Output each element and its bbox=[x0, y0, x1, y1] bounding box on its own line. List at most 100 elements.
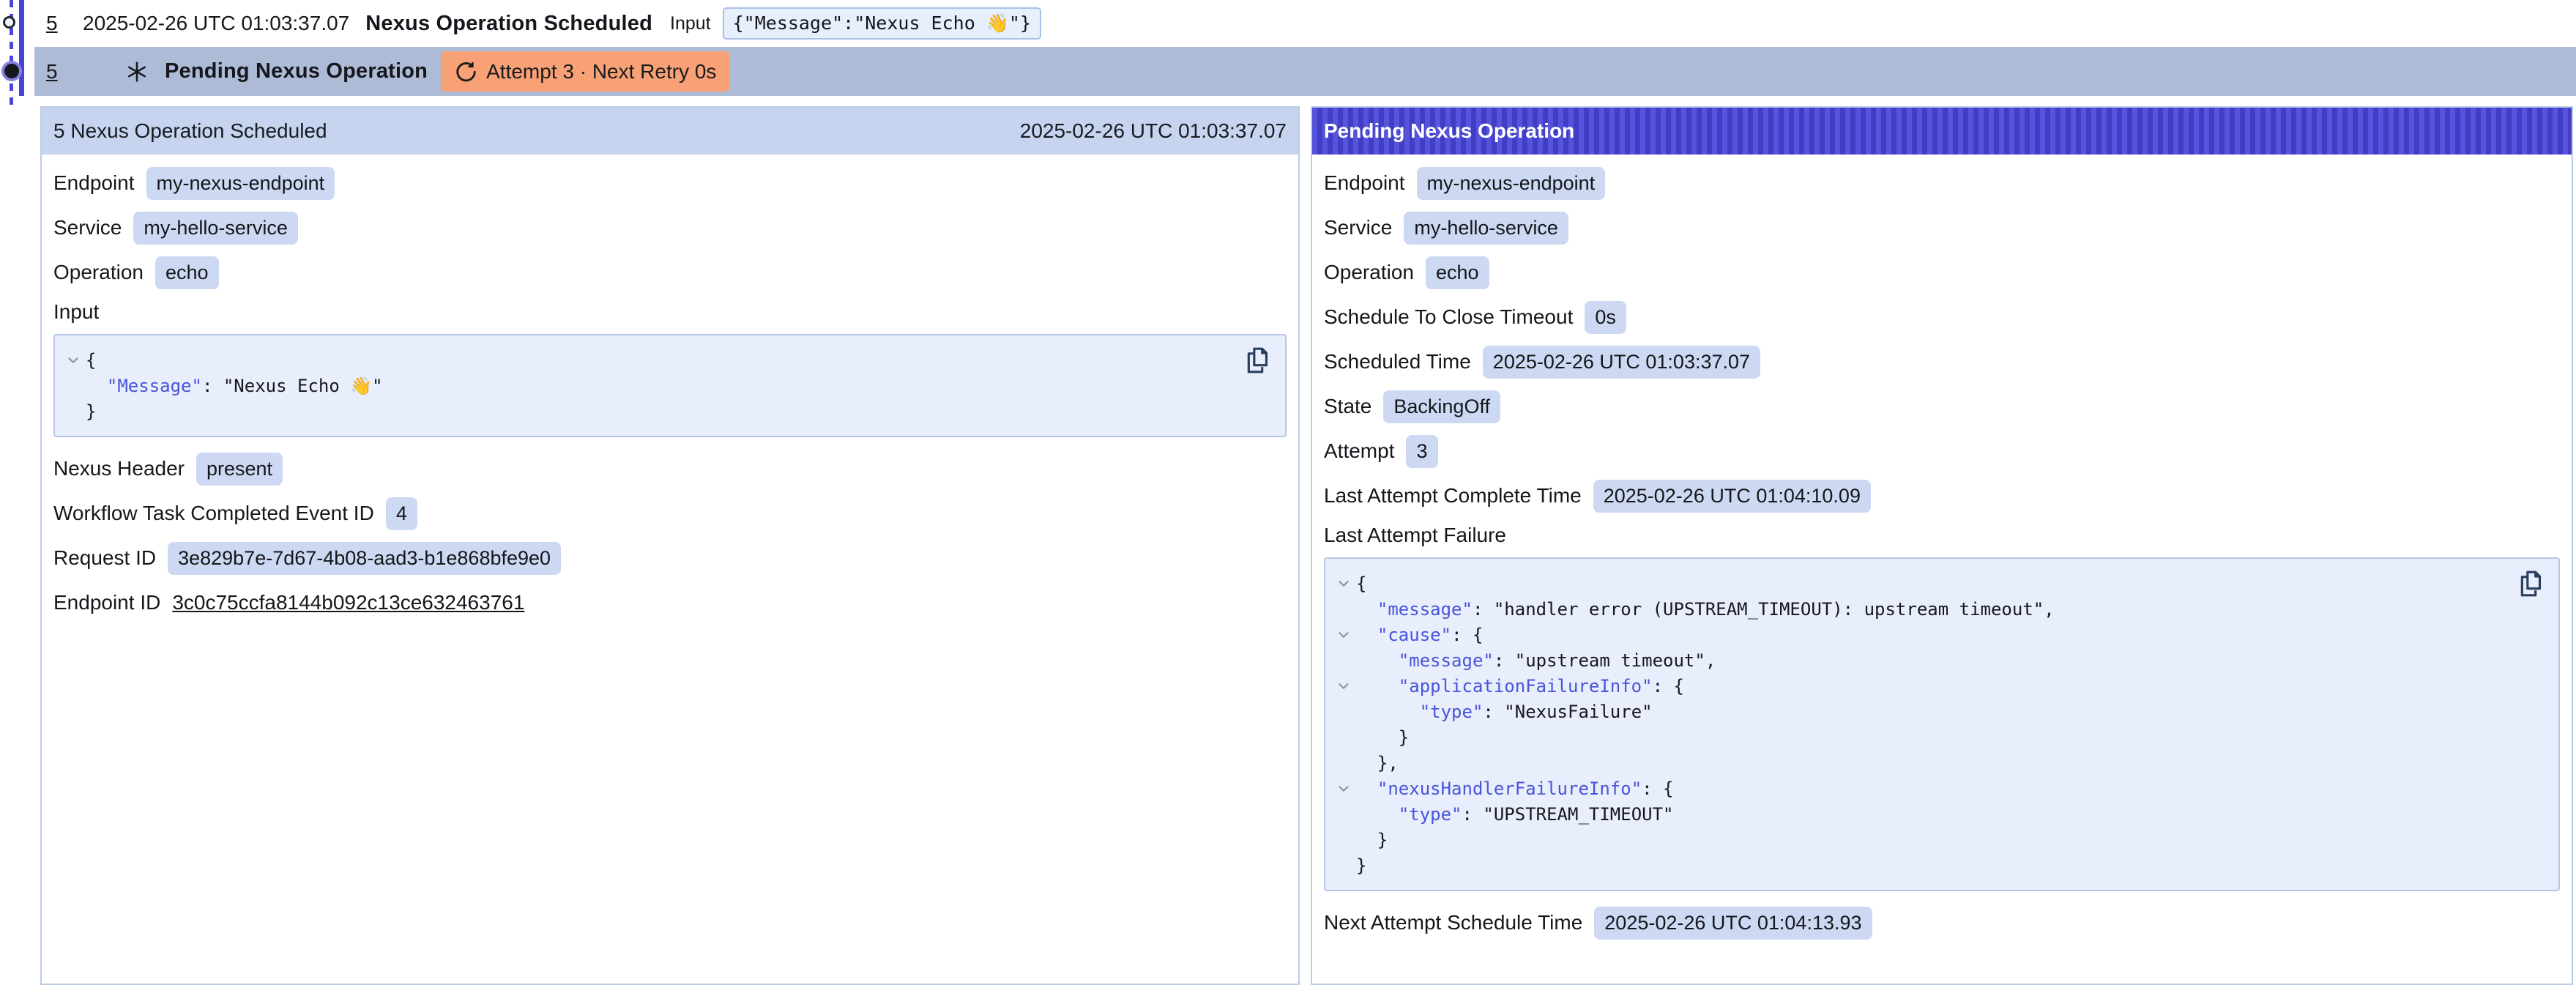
field-operation: Operation echo bbox=[1324, 256, 2560, 289]
code-text: "type": "NexusFailure" bbox=[1356, 702, 1653, 722]
copy-button[interactable] bbox=[2514, 568, 2547, 600]
collapse-caret-icon[interactable] bbox=[61, 352, 86, 368]
field-value-chip: 2025-02-26 UTC 01:04:10.09 bbox=[1593, 480, 1871, 513]
pending-row-title: Pending Nexus Operation bbox=[165, 59, 428, 83]
pending-operation-panel-title: Pending Nexus Operation bbox=[1324, 119, 1574, 143]
code-text: { bbox=[1356, 573, 1366, 594]
field-label: Schedule To Close Timeout bbox=[1324, 305, 1573, 329]
event-detail-panel-time: 2025-02-26 UTC 01:03:37.07 bbox=[1020, 119, 1287, 143]
field-label: Endpoint bbox=[1324, 171, 1405, 195]
code-text: "cause": { bbox=[1356, 625, 1483, 645]
field-label: Operation bbox=[53, 261, 144, 284]
code-line: "message": "handler error (UPSTREAM_TIME… bbox=[1331, 596, 2507, 622]
field-endpoint: Endpoint my-nexus-endpoint bbox=[1324, 166, 2560, 200]
code-line: "type": "UPSTREAM_TIMEOUT" bbox=[1331, 801, 2507, 827]
field-label: Endpoint bbox=[53, 171, 135, 195]
copy-button[interactable] bbox=[1241, 344, 1273, 376]
event-row-nexus-operation-scheduled[interactable]: 5 2025-02-26 UTC 01:03:37.07 Nexus Opera… bbox=[34, 0, 2576, 47]
field-label: Operation bbox=[1324, 261, 1414, 284]
code-text: "Message": "Nexus Echo 👋" bbox=[86, 376, 383, 396]
field-label: Workflow Task Completed Event ID bbox=[53, 502, 374, 525]
field-value-chip: echo bbox=[155, 256, 219, 289]
code-line: "applicationFailureInfo": { bbox=[1331, 673, 2507, 699]
collapse-caret-icon[interactable] bbox=[1331, 627, 1356, 643]
code-text: }, bbox=[1356, 753, 1399, 773]
field-label: Endpoint ID bbox=[53, 591, 160, 614]
code-line: } bbox=[1331, 724, 2507, 750]
field-label: Next Attempt Schedule Time bbox=[1324, 911, 1582, 934]
field-endpoint: Endpoint my-nexus-endpoint bbox=[53, 166, 1287, 200]
code-line: "message": "upstream timeout", bbox=[1331, 647, 2507, 673]
field-label: Nexus Header bbox=[53, 457, 185, 480]
field-value-chip: 3e829b7e-7d67-4b08-aad3-b1e868bfe9e0 bbox=[168, 542, 561, 575]
field-endpoint-id: Endpoint ID 3c0c75ccfa8144b092c13ce63246… bbox=[53, 586, 1287, 620]
event-detail-panel: 5 Nexus Operation Scheduled 2025-02-26 U… bbox=[40, 106, 1300, 985]
field-value-chip: echo bbox=[1426, 256, 1489, 289]
code-line: } bbox=[1331, 852, 2507, 878]
input-section-label: Input bbox=[53, 300, 1287, 324]
field-operation: Operation echo bbox=[53, 256, 1287, 289]
event-timestamp: 2025-02-26 UTC 01:03:37.07 bbox=[83, 12, 349, 35]
field-next-attempt-schedule-time: Next Attempt Schedule Time 2025-02-26 UT… bbox=[1324, 906, 2560, 940]
field-value-chip: 2025-02-26 UTC 01:03:37.07 bbox=[1483, 346, 1760, 379]
field-service: Service my-hello-service bbox=[53, 211, 1287, 245]
field-label: Service bbox=[53, 216, 122, 239]
field-value-chip: my-nexus-endpoint bbox=[1417, 167, 1606, 200]
field-value-chip: my-hello-service bbox=[1404, 212, 1568, 245]
pending-row-id-link[interactable]: 5 bbox=[46, 60, 71, 83]
copy-icon bbox=[2516, 569, 2545, 598]
event-detail-panel-header: 5 Nexus Operation Scheduled 2025-02-26 U… bbox=[42, 108, 1298, 155]
input-code-block: { "Message": "Nexus Echo 👋"} bbox=[53, 334, 1287, 437]
state-badge: BackingOff bbox=[1383, 390, 1500, 423]
code-line: } bbox=[61, 398, 1234, 424]
endpoint-id-link[interactable]: 3c0c75ccfa8144b092c13ce632463761 bbox=[172, 591, 524, 614]
field-schedule-to-close-timeout: Schedule To Close Timeout 0s bbox=[1324, 300, 2560, 334]
field-label: Last Attempt Complete Time bbox=[1324, 484, 1582, 508]
attempt-retry-badge: Attempt 3 · Next Retry 0s bbox=[441, 51, 729, 92]
json-code: { "message": "handler error (UPSTREAM_TI… bbox=[1331, 570, 2507, 878]
code-text: "message": "upstream timeout", bbox=[1356, 650, 1716, 671]
code-text: { bbox=[86, 350, 96, 371]
field-state: State BackingOff bbox=[1324, 390, 2560, 423]
code-line: "type": "NexusFailure" bbox=[1331, 699, 2507, 724]
json-code: { "Message": "Nexus Echo 👋"} bbox=[61, 347, 1234, 424]
field-value-chip: 2025-02-26 UTC 01:04:13.93 bbox=[1594, 907, 1872, 940]
event-input-label: Input bbox=[670, 13, 711, 34]
code-text: } bbox=[1356, 855, 1366, 876]
collapse-caret-icon[interactable] bbox=[1331, 678, 1356, 694]
timeline-open-circle-icon bbox=[3, 16, 15, 29]
field-label: Service bbox=[1324, 216, 1392, 239]
code-line: "cause": { bbox=[1331, 622, 2507, 647]
event-input-json-chip[interactable]: {"Message":"Nexus Echo 👋"} bbox=[723, 7, 1041, 40]
pending-asterisk-icon bbox=[124, 59, 150, 85]
field-value-chip: my-nexus-endpoint bbox=[146, 167, 335, 200]
field-workflow-task-completed-event-id: Workflow Task Completed Event ID 4 bbox=[53, 497, 1287, 530]
code-text: } bbox=[1356, 830, 1388, 850]
timeline-filled-dot-icon bbox=[4, 64, 19, 78]
code-text: } bbox=[1356, 727, 1409, 748]
code-line: { bbox=[61, 347, 1234, 373]
timeline-active-bar bbox=[19, 0, 24, 96]
code-line: { bbox=[1331, 570, 2507, 596]
field-scheduled-time: Scheduled Time 2025-02-26 UTC 01:03:37.0… bbox=[1324, 345, 2560, 379]
field-request-id: Request ID 3e829b7e-7d67-4b08-aad3-b1e86… bbox=[53, 541, 1287, 575]
pending-nexus-operation-row[interactable]: 5 Pending Nexus Operation Attempt 3 · Ne… bbox=[34, 47, 2576, 96]
field-attempt: Attempt 3 bbox=[1324, 434, 2560, 468]
field-label: Request ID bbox=[53, 546, 156, 570]
field-value-chip: present bbox=[196, 453, 283, 486]
field-value-chip: my-hello-service bbox=[133, 212, 298, 245]
event-id-link[interactable]: 5 bbox=[46, 12, 71, 35]
copy-icon bbox=[1243, 346, 1272, 375]
attempt-badge-text: Attempt 3 · Next Retry 0s bbox=[486, 60, 716, 83]
collapse-caret-icon[interactable] bbox=[1331, 576, 1356, 592]
retry-icon bbox=[454, 60, 477, 83]
code-text: "applicationFailureInfo": { bbox=[1356, 676, 1684, 696]
field-label: Attempt bbox=[1324, 439, 1394, 463]
collapse-caret-icon[interactable] bbox=[1331, 781, 1356, 797]
code-line: "nexusHandlerFailureInfo": { bbox=[1331, 776, 2507, 801]
pending-operation-panel-header: Pending Nexus Operation bbox=[1312, 108, 2572, 155]
code-line: "Message": "Nexus Echo 👋" bbox=[61, 373, 1234, 398]
field-value-chip: 0s bbox=[1585, 301, 1626, 334]
field-service: Service my-hello-service bbox=[1324, 211, 2560, 245]
event-title: Nexus Operation Scheduled bbox=[365, 12, 652, 36]
